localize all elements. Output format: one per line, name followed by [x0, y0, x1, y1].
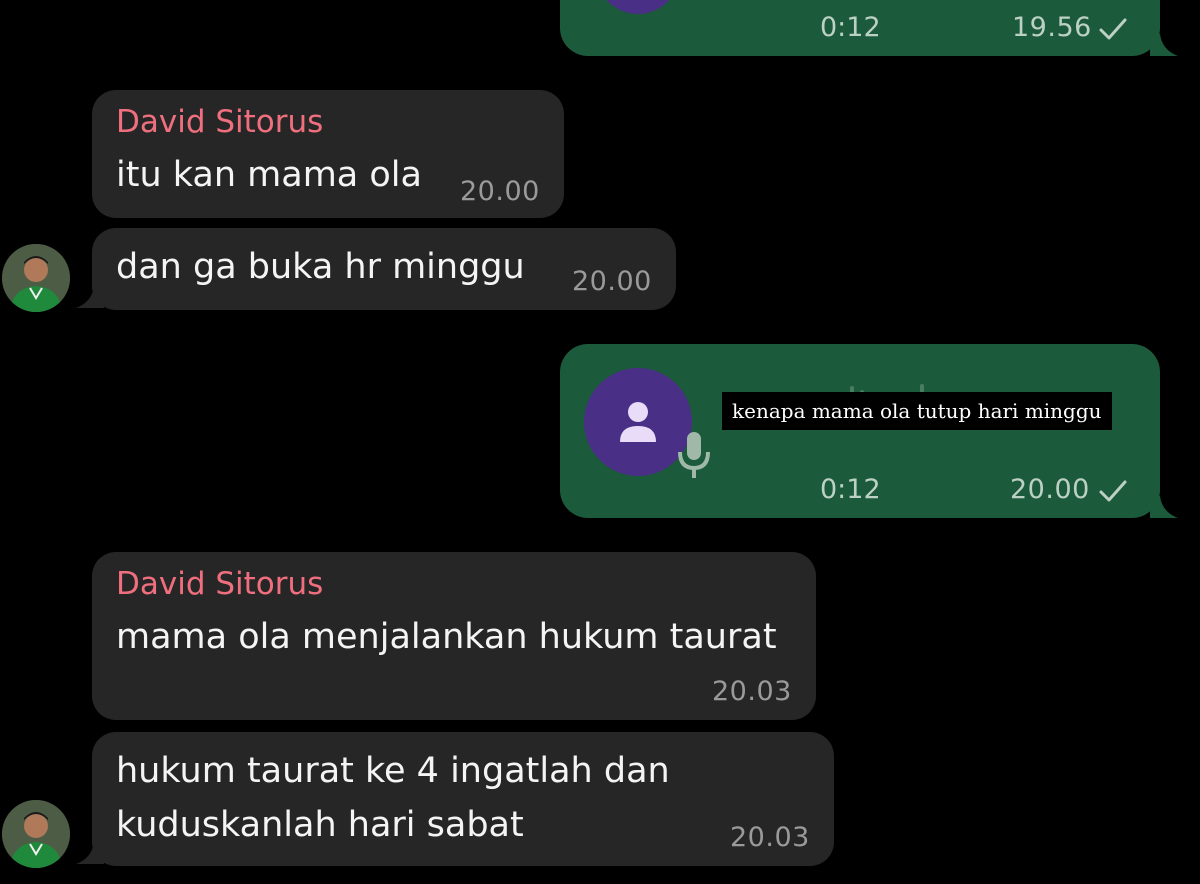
message-text-line: hukum taurat ke 4 ingatlah dan — [116, 751, 670, 791]
sender-name[interactable]: David Sitorus — [116, 104, 323, 140]
voice-avatar — [596, 0, 680, 14]
check-icon — [1099, 18, 1127, 40]
message-text: itu kan mama ola — [116, 155, 422, 195]
sender-avatar[interactable] — [2, 800, 70, 868]
microphone-icon — [678, 432, 710, 478]
check-icon — [1099, 480, 1127, 502]
message-time: 20.03 — [730, 822, 810, 853]
message-bubble[interactable]: hukum taurat ke 4 ingatlah dan kuduskanl… — [92, 732, 834, 866]
message-text-line: kuduskanlah hari sabat — [116, 805, 524, 845]
bubble-tail — [1150, 34, 1178, 56]
message-time: 19.56 — [1012, 12, 1092, 43]
message-text: mama ola menjalankan hukum taurat — [116, 617, 777, 657]
voice-duration: 0:12 — [820, 12, 881, 43]
message-time: 20.00 — [1010, 474, 1090, 505]
sender-name[interactable]: David Sitorus — [116, 566, 323, 602]
message-text: dan ga buka hr minggu — [116, 247, 525, 287]
avatar-photo — [2, 244, 70, 312]
message-bubble[interactable]: David Sitorus itu kan mama ola 20.00 — [92, 90, 564, 218]
avatar-photo — [2, 800, 70, 868]
message-time: 20.00 — [460, 176, 540, 207]
voice-caption: kenapa mama ola tutup hari minggu — [722, 392, 1112, 430]
microphone-icon — [678, 0, 706, 8]
voice-message-bubble[interactable]: kenapa mama ola tutup hari minggu 0:12 2… — [560, 344, 1160, 518]
message-bubble[interactable]: dan ga buka hr minggu 20.00 — [92, 228, 676, 310]
voice-message-bubble[interactable]: 0:12 19.56 — [560, 0, 1160, 56]
sender-avatar[interactable] — [2, 244, 70, 312]
message-bubble[interactable]: David Sitorus mama ola menjalankan hukum… — [92, 552, 816, 720]
message-time: 20.03 — [712, 676, 792, 707]
bubble-tail — [1150, 496, 1178, 518]
voice-duration: 0:12 — [820, 474, 881, 505]
message-time: 20.00 — [572, 266, 652, 297]
